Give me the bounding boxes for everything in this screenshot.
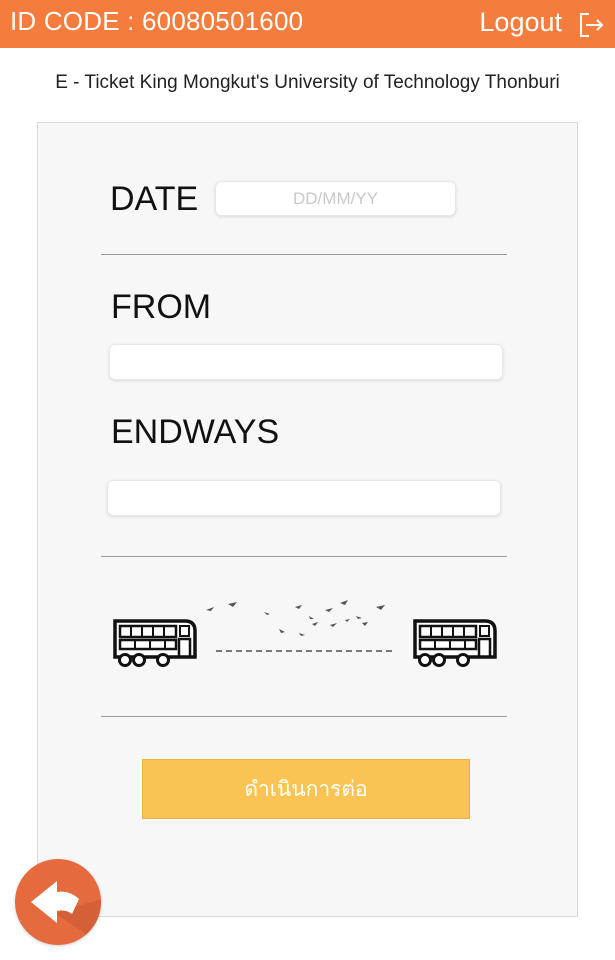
logout-icon[interactable] — [577, 11, 605, 39]
flying-birds-icon — [206, 600, 385, 636]
divider — [101, 254, 507, 255]
endways-label: ENDWAYS — [111, 413, 280, 451]
divider — [101, 716, 507, 717]
date-label: DATE — [110, 180, 199, 218]
date-input[interactable] — [215, 181, 456, 216]
from-label: FROM — [111, 288, 212, 326]
back-button[interactable] — [15, 859, 101, 945]
route-dashed-line — [216, 650, 392, 652]
bus-icon — [113, 619, 197, 667]
from-input[interactable] — [109, 344, 503, 380]
logout-button[interactable]: Logout — [479, 7, 562, 38]
continue-button[interactable]: ดำเนินการต่อ — [142, 759, 470, 819]
page-subtitle: E - Ticket King Mongkut's University of … — [55, 72, 560, 93]
top-bar: ID CODE : 60080501600 Logout — [0, 0, 615, 48]
bus-icon — [413, 619, 497, 667]
id-code-label: ID CODE : 60080501600 — [10, 6, 304, 36]
divider — [101, 556, 507, 557]
endways-input[interactable] — [107, 480, 501, 516]
back-arrow-icon — [31, 881, 101, 945]
